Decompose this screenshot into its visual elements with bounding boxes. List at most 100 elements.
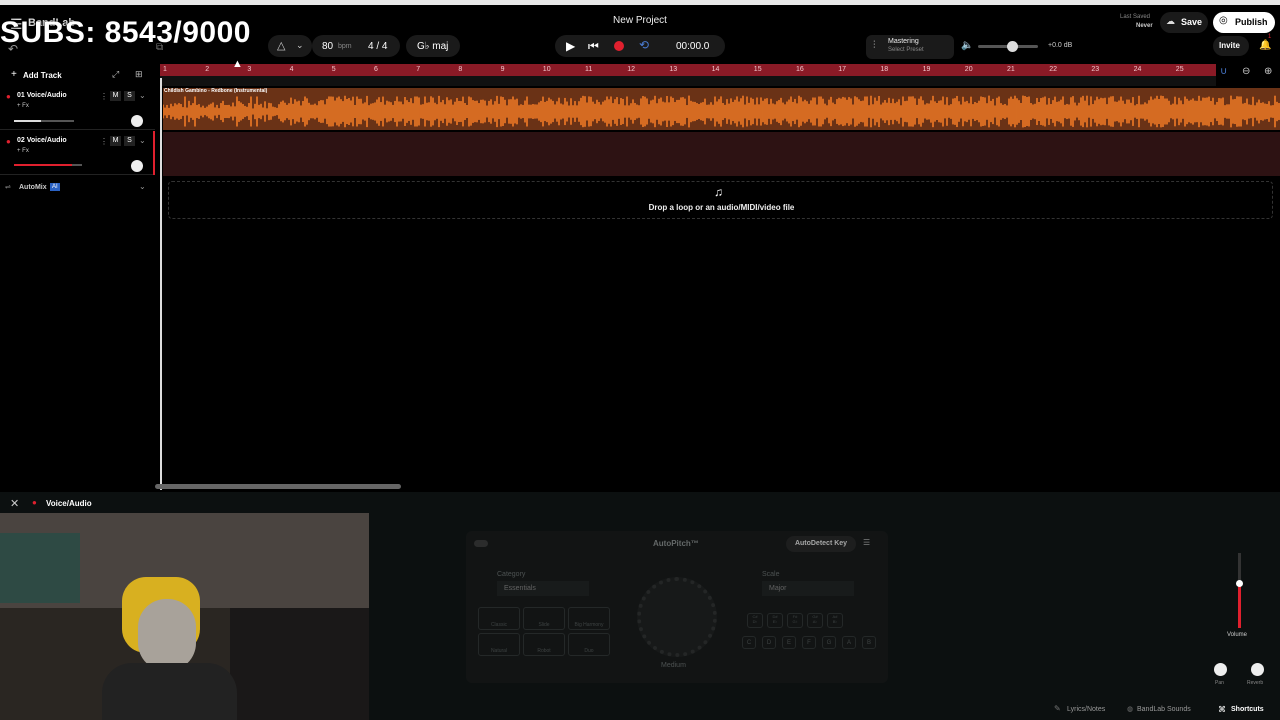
channel-volume-thumb[interactable] xyxy=(1236,580,1243,587)
plus-icon: + xyxy=(11,69,17,80)
save-button[interactable]: ☁ Save xyxy=(1160,12,1208,33)
shortcuts-icon: ⌘ xyxy=(1218,705,1226,714)
master-volume-slider[interactable] xyxy=(978,41,1038,52)
lyrics-notes-button[interactable]: Lyrics/Notes xyxy=(1067,706,1105,713)
track-volume-slider[interactable] xyxy=(14,164,82,166)
metronome-button[interactable]: △ ⌄ xyxy=(268,35,312,57)
tempo-unit: bpm xyxy=(338,43,352,50)
tempo-timesig-group[interactable]: 80 bpm 4 / 4 xyxy=(312,35,400,57)
clip-title[interactable]: Childish Gambino - Redbone (Instrumental… xyxy=(164,88,267,94)
magnet-icon[interactable]: ∪ xyxy=(1220,66,1227,77)
key-button[interactable]: A xyxy=(842,636,856,649)
key-button[interactable]: G# A♭ xyxy=(807,613,823,628)
ruler-mark: 5 xyxy=(331,66,336,73)
ruler-mark: 8 xyxy=(458,66,463,73)
key-button[interactable]: A# B♭ xyxy=(827,613,843,628)
effect-button[interactable]: Big Harmony xyxy=(568,607,610,630)
autodetect-key-button[interactable]: AutoDetect Key xyxy=(786,536,856,552)
solo-button[interactable]: S xyxy=(124,136,135,146)
audio-lane-2[interactable] xyxy=(163,132,1280,176)
pan-knob[interactable] xyxy=(1214,663,1227,676)
track-settings-icon[interactable]: ⊞ xyxy=(135,69,143,80)
mute-button[interactable]: M xyxy=(110,136,121,146)
track-name[interactable]: 02 Voice/Audio xyxy=(17,137,67,144)
key-button[interactable]: F# G♭ xyxy=(787,613,803,628)
transport-bar: ▶ ⏮ ⟲ 00:00.0 xyxy=(555,35,725,57)
notification-badge: 1 xyxy=(1268,34,1272,40)
channel-volume-fader[interactable] xyxy=(1236,553,1243,628)
key-button[interactable]: C xyxy=(742,636,756,649)
mic-icon: ● xyxy=(6,137,11,146)
solo-button[interactable]: S xyxy=(124,91,135,101)
skip-back-icon[interactable]: ⏮ xyxy=(588,39,599,54)
play-icon[interactable]: ▶ xyxy=(566,39,575,53)
zoom-in-icon[interactable]: ⊕ xyxy=(1264,66,1272,77)
fx-button[interactable]: + Fx xyxy=(17,148,29,154)
automation-icon[interactable]: ⤢ xyxy=(112,69,119,80)
ruler-mark: 18 xyxy=(880,66,889,73)
master-volume-thumb[interactable] xyxy=(1007,41,1018,52)
ruler-mark: 13 xyxy=(669,66,678,73)
time-signature[interactable]: 4 / 4 xyxy=(368,41,387,52)
chevron-down-icon[interactable]: ⌄ xyxy=(139,91,146,100)
key-button[interactable]: F xyxy=(802,636,816,649)
key-button[interactable]: D# E♭ xyxy=(767,613,783,628)
fx-button[interactable]: + Fx xyxy=(17,103,29,109)
key-button[interactable]: G xyxy=(822,636,836,649)
webcam-person-head xyxy=(138,599,196,671)
effect-button[interactable]: Slide xyxy=(523,607,565,630)
timeline-ruler[interactable]: 1 2 3 4 5 6 7 8 9 10 11 12 13 14 15 16 17 18 19 20 21 22 23 24 2… xyxy=(160,64,1216,76)
add-track-button[interactable]: + Add Track xyxy=(5,67,65,83)
drop-zone[interactable]: ♫ Drop a loop or an audio/MIDI/video fil… xyxy=(168,181,1273,219)
bell-icon[interactable]: 🔔 xyxy=(1259,40,1271,51)
effect-button[interactable]: Robot xyxy=(523,633,565,656)
key-button[interactable]: G♭ maj xyxy=(406,35,460,57)
track-header-2[interactable]: ● 02 Voice/Audio + Fx ⋮ M S ⌄ xyxy=(0,131,155,175)
track-volume-slider[interactable] xyxy=(14,120,74,122)
pan-knob[interactable] xyxy=(131,160,143,172)
zoom-out-icon[interactable]: ⊖ xyxy=(1242,66,1250,77)
effect-button[interactable]: Duo xyxy=(568,633,610,656)
key-button[interactable]: D xyxy=(762,636,776,649)
key-button[interactable]: B xyxy=(862,636,876,649)
track-menu-icon[interactable]: ⋮ xyxy=(100,137,108,146)
track-header-1[interactable]: ● 01 Voice/Audio + Fx ⋮ M S ⌄ xyxy=(0,86,155,130)
project-title[interactable]: New Project xyxy=(604,15,676,26)
editor-header: ✕ ● Voice/Audio xyxy=(0,494,1280,514)
mastering-button[interactable]: ⫶ Mastering Select Preset xyxy=(866,35,954,59)
category-dropdown[interactable]: Essentials xyxy=(497,581,589,596)
close-icon[interactable]: ✕ xyxy=(10,497,19,510)
pan-knob[interactable] xyxy=(131,115,143,127)
settings-sliders-icon[interactable]: ☰ xyxy=(863,538,870,547)
mute-button[interactable]: M xyxy=(110,91,121,101)
speaker-icon[interactable]: 🔈 xyxy=(961,40,973,51)
shortcuts-button[interactable]: Shortcuts xyxy=(1231,706,1264,713)
category-label: Category xyxy=(497,571,526,578)
amount-knob[interactable] xyxy=(637,577,717,657)
track-menu-icon[interactable]: ⋮ xyxy=(100,92,108,101)
key-button[interactable]: E xyxy=(782,636,796,649)
top-window-edge xyxy=(0,0,1280,5)
scale-dropdown[interactable]: Major xyxy=(762,581,854,596)
track-list: ● 01 Voice/Audio + Fx ⋮ M S ⌄ ● 02 Voice… xyxy=(0,84,155,204)
chevron-down-icon[interactable]: ⌄ xyxy=(139,182,146,191)
chevron-down-icon[interactable]: ⌄ xyxy=(139,136,146,145)
invite-button[interactable]: Invite xyxy=(1213,36,1249,56)
mic-icon: ● xyxy=(32,498,37,507)
horizontal-scrollbar[interactable] xyxy=(155,484,401,489)
tempo-value[interactable]: 80 xyxy=(322,41,333,52)
key-button[interactable]: C# D♭ xyxy=(747,613,763,628)
publish-button[interactable]: ◎ Publish xyxy=(1213,12,1275,33)
power-toggle[interactable] xyxy=(474,540,488,547)
track-name[interactable]: 01 Voice/Audio xyxy=(17,92,67,99)
chevron-down-icon: ⌄ xyxy=(296,40,304,50)
record-icon[interactable] xyxy=(614,41,624,51)
loop-icon[interactable]: ⟲ xyxy=(639,38,649,52)
effect-button[interactable]: Classic xyxy=(478,607,520,630)
automix-row[interactable]: ⇌ AutoMix AI ⌄ xyxy=(0,180,155,196)
bandlab-sounds-button[interactable]: BandLab Sounds xyxy=(1137,706,1191,713)
playhead[interactable] xyxy=(160,78,162,490)
effect-button[interactable]: Natural xyxy=(478,633,520,656)
add-track-label: Add Track xyxy=(23,71,62,80)
reverb-knob[interactable] xyxy=(1251,663,1264,676)
